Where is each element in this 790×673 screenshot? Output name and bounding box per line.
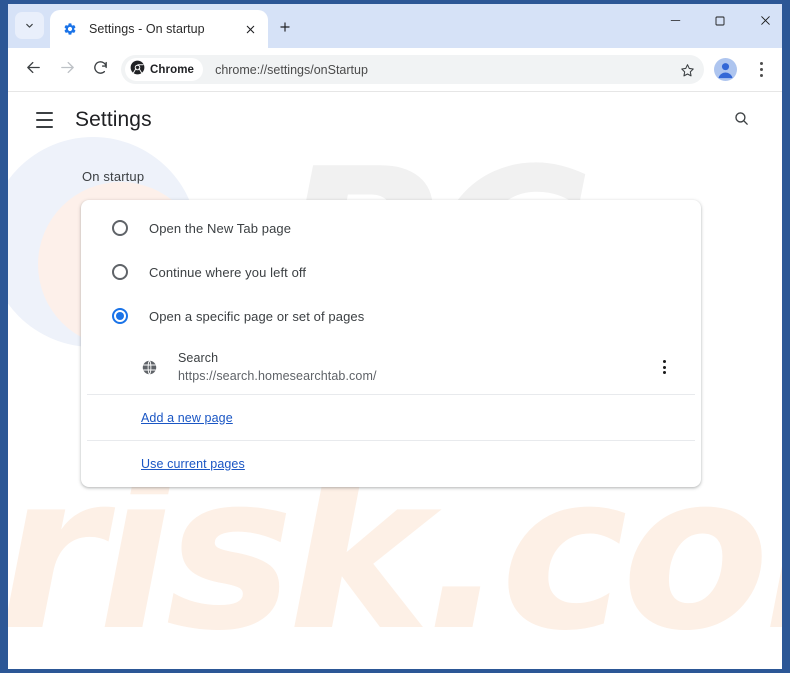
close-tab-icon[interactable] <box>240 19 260 39</box>
startup-option-specific-pages[interactable]: Open a specific page or set of pages <box>81 294 701 338</box>
startup-option-label: Continue where you left off <box>149 264 307 280</box>
add-new-page-row: Add a new page <box>87 395 695 441</box>
close-icon <box>759 14 772 32</box>
startup-settings-card: Open the New Tab page Continue where you… <box>81 200 701 487</box>
chrome-badge: Chrome <box>125 58 204 81</box>
radio-button[interactable] <box>112 220 128 236</box>
radio-button[interactable] <box>112 264 128 280</box>
forward-arrow-icon <box>59 59 76 81</box>
search-icon[interactable] <box>726 103 756 133</box>
chevron-down-icon <box>23 19 36 32</box>
use-current-pages-row: Use current pages <box>87 441 695 487</box>
startup-page-url: https://search.homesearchtab.com/ <box>178 369 377 383</box>
hamburger-icon[interactable] <box>30 106 58 134</box>
reload-button[interactable] <box>86 55 115 84</box>
maximize-window-button[interactable] <box>698 8 742 38</box>
startup-option-continue[interactable]: Continue where you left off <box>81 250 701 294</box>
startup-page-row: Search https://search.homesearchtab.com/ <box>87 340 695 395</box>
tab-strip: Settings - On startup <box>8 4 782 48</box>
startup-page-title: Search <box>178 351 219 365</box>
three-dot-menu-icon <box>759 60 763 78</box>
settings-page: PC risk.com Settings On startup <box>8 92 782 669</box>
browser-window-inner: Settings - On startup Chrome chrome://se… <box>8 4 782 669</box>
chrome-logo-icon <box>130 60 145 80</box>
address-bar-url: chrome://settings/onStartup <box>215 62 368 77</box>
minimize-icon <box>669 14 682 32</box>
settings-gear-icon <box>62 21 78 37</box>
back-button[interactable] <box>19 55 48 84</box>
maximize-icon <box>714 14 726 32</box>
plus-icon <box>278 20 292 39</box>
tab-title: Settings - On startup <box>89 22 205 36</box>
globe-icon <box>141 359 158 376</box>
tab-search-button[interactable] <box>15 12 44 39</box>
startup-page-menu-button[interactable] <box>651 354 677 380</box>
add-new-page-link[interactable]: Add a new page <box>141 411 233 425</box>
avatar[interactable] <box>714 58 737 81</box>
minimize-window-button[interactable] <box>653 8 697 38</box>
browser-toolbar: Chrome chrome://settings/onStartup <box>8 48 782 92</box>
reload-icon <box>92 59 109 81</box>
page-title: Settings <box>75 108 152 131</box>
address-bar[interactable]: Chrome chrome://settings/onStartup <box>121 55 704 84</box>
startup-page-text: Search https://search.homesearchtab.com/ <box>178 349 651 385</box>
settings-header: Settings <box>8 92 782 148</box>
forward-button[interactable] <box>53 55 82 84</box>
startup-option-label: Open the New Tab page <box>149 220 292 236</box>
close-window-button[interactable] <box>743 8 782 38</box>
browser-window: Settings - On startup Chrome chrome://se… <box>0 0 790 673</box>
startup-option-new-tab[interactable]: Open the New Tab page <box>81 206 701 250</box>
startup-option-label: Open a specific page or set of pages <box>149 308 365 324</box>
new-tab-button[interactable] <box>272 16 298 42</box>
section-heading: On startup <box>82 169 145 184</box>
chrome-badge-label: Chrome <box>150 63 195 76</box>
back-arrow-icon <box>25 59 42 81</box>
tab-settings[interactable]: Settings - On startup <box>50 10 268 48</box>
star-icon[interactable] <box>676 59 698 81</box>
radio-button-selected[interactable] <box>112 308 128 324</box>
use-current-pages-link[interactable]: Use current pages <box>141 457 245 471</box>
browser-menu-button[interactable] <box>748 56 774 82</box>
